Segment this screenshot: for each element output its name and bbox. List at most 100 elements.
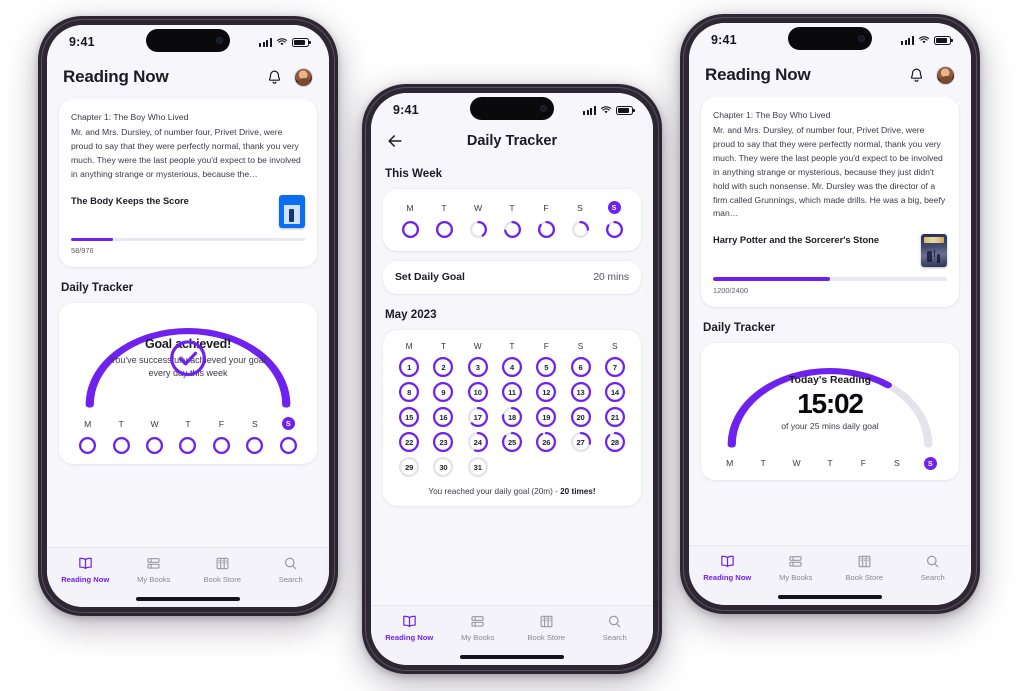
- calendar-day[interactable]: 24: [467, 432, 488, 452]
- calendar-day[interactable]: 10: [467, 382, 488, 402]
- reading-card[interactable]: Chapter 1: The Boy Who Lived Mr. and Mrs…: [59, 99, 317, 267]
- calendar-day[interactable]: 16: [433, 407, 454, 427]
- day-ring-cell[interactable]: [401, 221, 419, 238]
- goal-gauge: Goal achieved! You've successfully achie…: [71, 317, 305, 409]
- calendar-day[interactable]: 9: [433, 382, 454, 402]
- calendar-day-number: 30: [439, 462, 448, 472]
- calendar-day-number: 28: [610, 437, 619, 447]
- tab-search[interactable]: Search: [257, 555, 326, 584]
- calendar-day[interactable]: 17: [467, 407, 488, 427]
- calendar-day[interactable]: 8: [399, 382, 420, 402]
- calendar-day[interactable]: 19: [536, 407, 557, 427]
- reading-progress-label: 58/976: [71, 246, 94, 255]
- calendar-day[interactable]: 15: [399, 407, 420, 427]
- day-ring-cell[interactable]: [279, 437, 297, 454]
- calendar-day-number: 8: [407, 387, 412, 397]
- tab-search[interactable]: Search: [899, 553, 968, 582]
- calendar-day[interactable]: 31: [467, 457, 488, 477]
- calendar-day[interactable]: 26: [536, 432, 557, 452]
- tab-bar[interactable]: Reading Now My Books Book Store Search: [371, 605, 653, 648]
- excerpt-block: Chapter 1: The Boy Who Lived Mr. and Mrs…: [71, 111, 305, 182]
- day-progress-ring: [212, 437, 230, 454]
- day-ring-cell[interactable]: [246, 437, 264, 454]
- day-ring-cell[interactable]: [503, 221, 521, 238]
- today-reading-time: 15:02: [797, 387, 864, 419]
- calendar-day[interactable]: 22: [399, 432, 420, 452]
- calendar-day[interactable]: 7: [604, 357, 625, 377]
- bell-icon[interactable]: [266, 69, 283, 86]
- calendar-day[interactable]: 3: [467, 357, 488, 377]
- weekday-letter: T: [760, 458, 766, 469]
- open-book-icon: [78, 557, 92, 570]
- calendar-day[interactable]: 20: [570, 407, 591, 427]
- tab-book-store[interactable]: Book Store: [188, 555, 257, 584]
- calendar-day-number: 2: [441, 362, 446, 372]
- calendar-weekday-headers: MTWTFSS: [392, 341, 632, 351]
- calendar-day[interactable]: 28: [604, 432, 625, 452]
- status-time: 9:41: [393, 103, 419, 117]
- tab-my-books[interactable]: My Books: [444, 613, 513, 642]
- day-ring-cell[interactable]: [537, 221, 555, 238]
- day-ring-cell[interactable]: [112, 437, 130, 454]
- calendar-day[interactable]: 12: [536, 382, 557, 402]
- calendar-card[interactable]: MTWTFSS 1 2 3 4 5 6 7 8 9 10 11 12 13 14 15 16 17 18 19 20 2…: [383, 330, 641, 506]
- day-ring-cell[interactable]: [79, 437, 97, 454]
- tab-my-books[interactable]: My Books: [762, 553, 831, 582]
- day-progress-ring: [503, 221, 521, 238]
- avatar[interactable]: [936, 65, 955, 85]
- calendar-day-number: 3: [475, 362, 480, 372]
- search-icon: [609, 615, 621, 628]
- tab-my-books[interactable]: My Books: [120, 555, 189, 584]
- content-scroll[interactable]: This Week M T W T F S S Set Daily Goal 20 mins…: [371, 161, 653, 605]
- calendar-day[interactable]: 2: [433, 357, 454, 377]
- daily-tracker-card[interactable]: Today's Reading 15:02 of your 25 mins da…: [701, 342, 959, 480]
- tab-bar[interactable]: Reading Now My Books Book Store Search: [689, 545, 971, 588]
- day-ring-cell[interactable]: [179, 437, 197, 454]
- calendar-day[interactable]: 30: [433, 457, 454, 477]
- calendar-day[interactable]: 18: [501, 407, 522, 427]
- calendar-day[interactable]: 27: [570, 432, 591, 452]
- calendar-grid[interactable]: 1 2 3 4 5 6 7 8 9 10 11 12 13 14 15 16 17 18 19 20 21 22 23 24 2…: [392, 357, 632, 477]
- calendar-day[interactable]: 25: [501, 432, 522, 452]
- day-ring-cell[interactable]: [605, 221, 623, 238]
- content-scroll[interactable]: Chapter 1: The Boy Who Lived Mr. and Mrs…: [47, 99, 329, 547]
- back-arrow-icon[interactable]: [385, 131, 405, 151]
- book-cover-thumbnail: [279, 194, 305, 228]
- calendar-day[interactable]: 14: [604, 382, 625, 402]
- tab-reading-now[interactable]: Reading Now: [51, 555, 120, 584]
- calendar-day[interactable]: 21: [604, 407, 625, 427]
- bookshelf-icon: [540, 615, 553, 628]
- this-week-card[interactable]: MTWTFSS: [383, 189, 641, 251]
- calendar-day[interactable]: 6: [570, 357, 591, 377]
- calendar-day[interactable]: 23: [433, 432, 454, 452]
- bell-icon[interactable]: [908, 67, 925, 84]
- stacked-books-icon: [471, 616, 484, 627]
- weekday-letter: F: [860, 458, 867, 469]
- set-daily-goal-row[interactable]: Set Daily Goal 20 mins: [383, 261, 641, 294]
- calendar-day[interactable]: 4: [501, 357, 522, 377]
- day-ring-cell[interactable]: [146, 437, 164, 454]
- tab-bar[interactable]: Reading Now My Books Book Store Search: [47, 547, 329, 590]
- calendar-day[interactable]: 5: [536, 357, 557, 377]
- day-ring-cell[interactable]: [435, 221, 453, 238]
- avatar[interactable]: [294, 67, 313, 87]
- weekday-letter: W: [473, 202, 483, 213]
- calendar-day[interactable]: 1: [399, 357, 420, 377]
- day-progress-ring: [537, 221, 555, 238]
- tab-label: Book Store: [203, 575, 242, 584]
- day-ring-cell[interactable]: [571, 221, 589, 238]
- tab-book-store[interactable]: Book Store: [512, 613, 581, 642]
- content-scroll[interactable]: Chapter 1: The Boy Who Lived Mr. and Mrs…: [689, 97, 971, 545]
- calendar-day[interactable]: 11: [501, 382, 522, 402]
- calendar-day[interactable]: 29: [399, 457, 420, 477]
- day-progress-ring: [179, 437, 197, 454]
- tab-book-store[interactable]: Book Store: [830, 553, 899, 582]
- tab-search[interactable]: Search: [581, 613, 650, 642]
- tab-reading-now[interactable]: Reading Now: [375, 613, 444, 642]
- day-ring-cell[interactable]: [469, 221, 487, 238]
- tab-reading-now[interactable]: Reading Now: [693, 553, 762, 582]
- reading-card[interactable]: Chapter 1: The Boy Who Lived Mr. and Mrs…: [701, 97, 959, 307]
- day-ring-cell[interactable]: [212, 437, 230, 454]
- calendar-day[interactable]: 13: [570, 382, 591, 402]
- daily-tracker-card[interactable]: Goal achieved! You've successfully achie…: [59, 303, 317, 464]
